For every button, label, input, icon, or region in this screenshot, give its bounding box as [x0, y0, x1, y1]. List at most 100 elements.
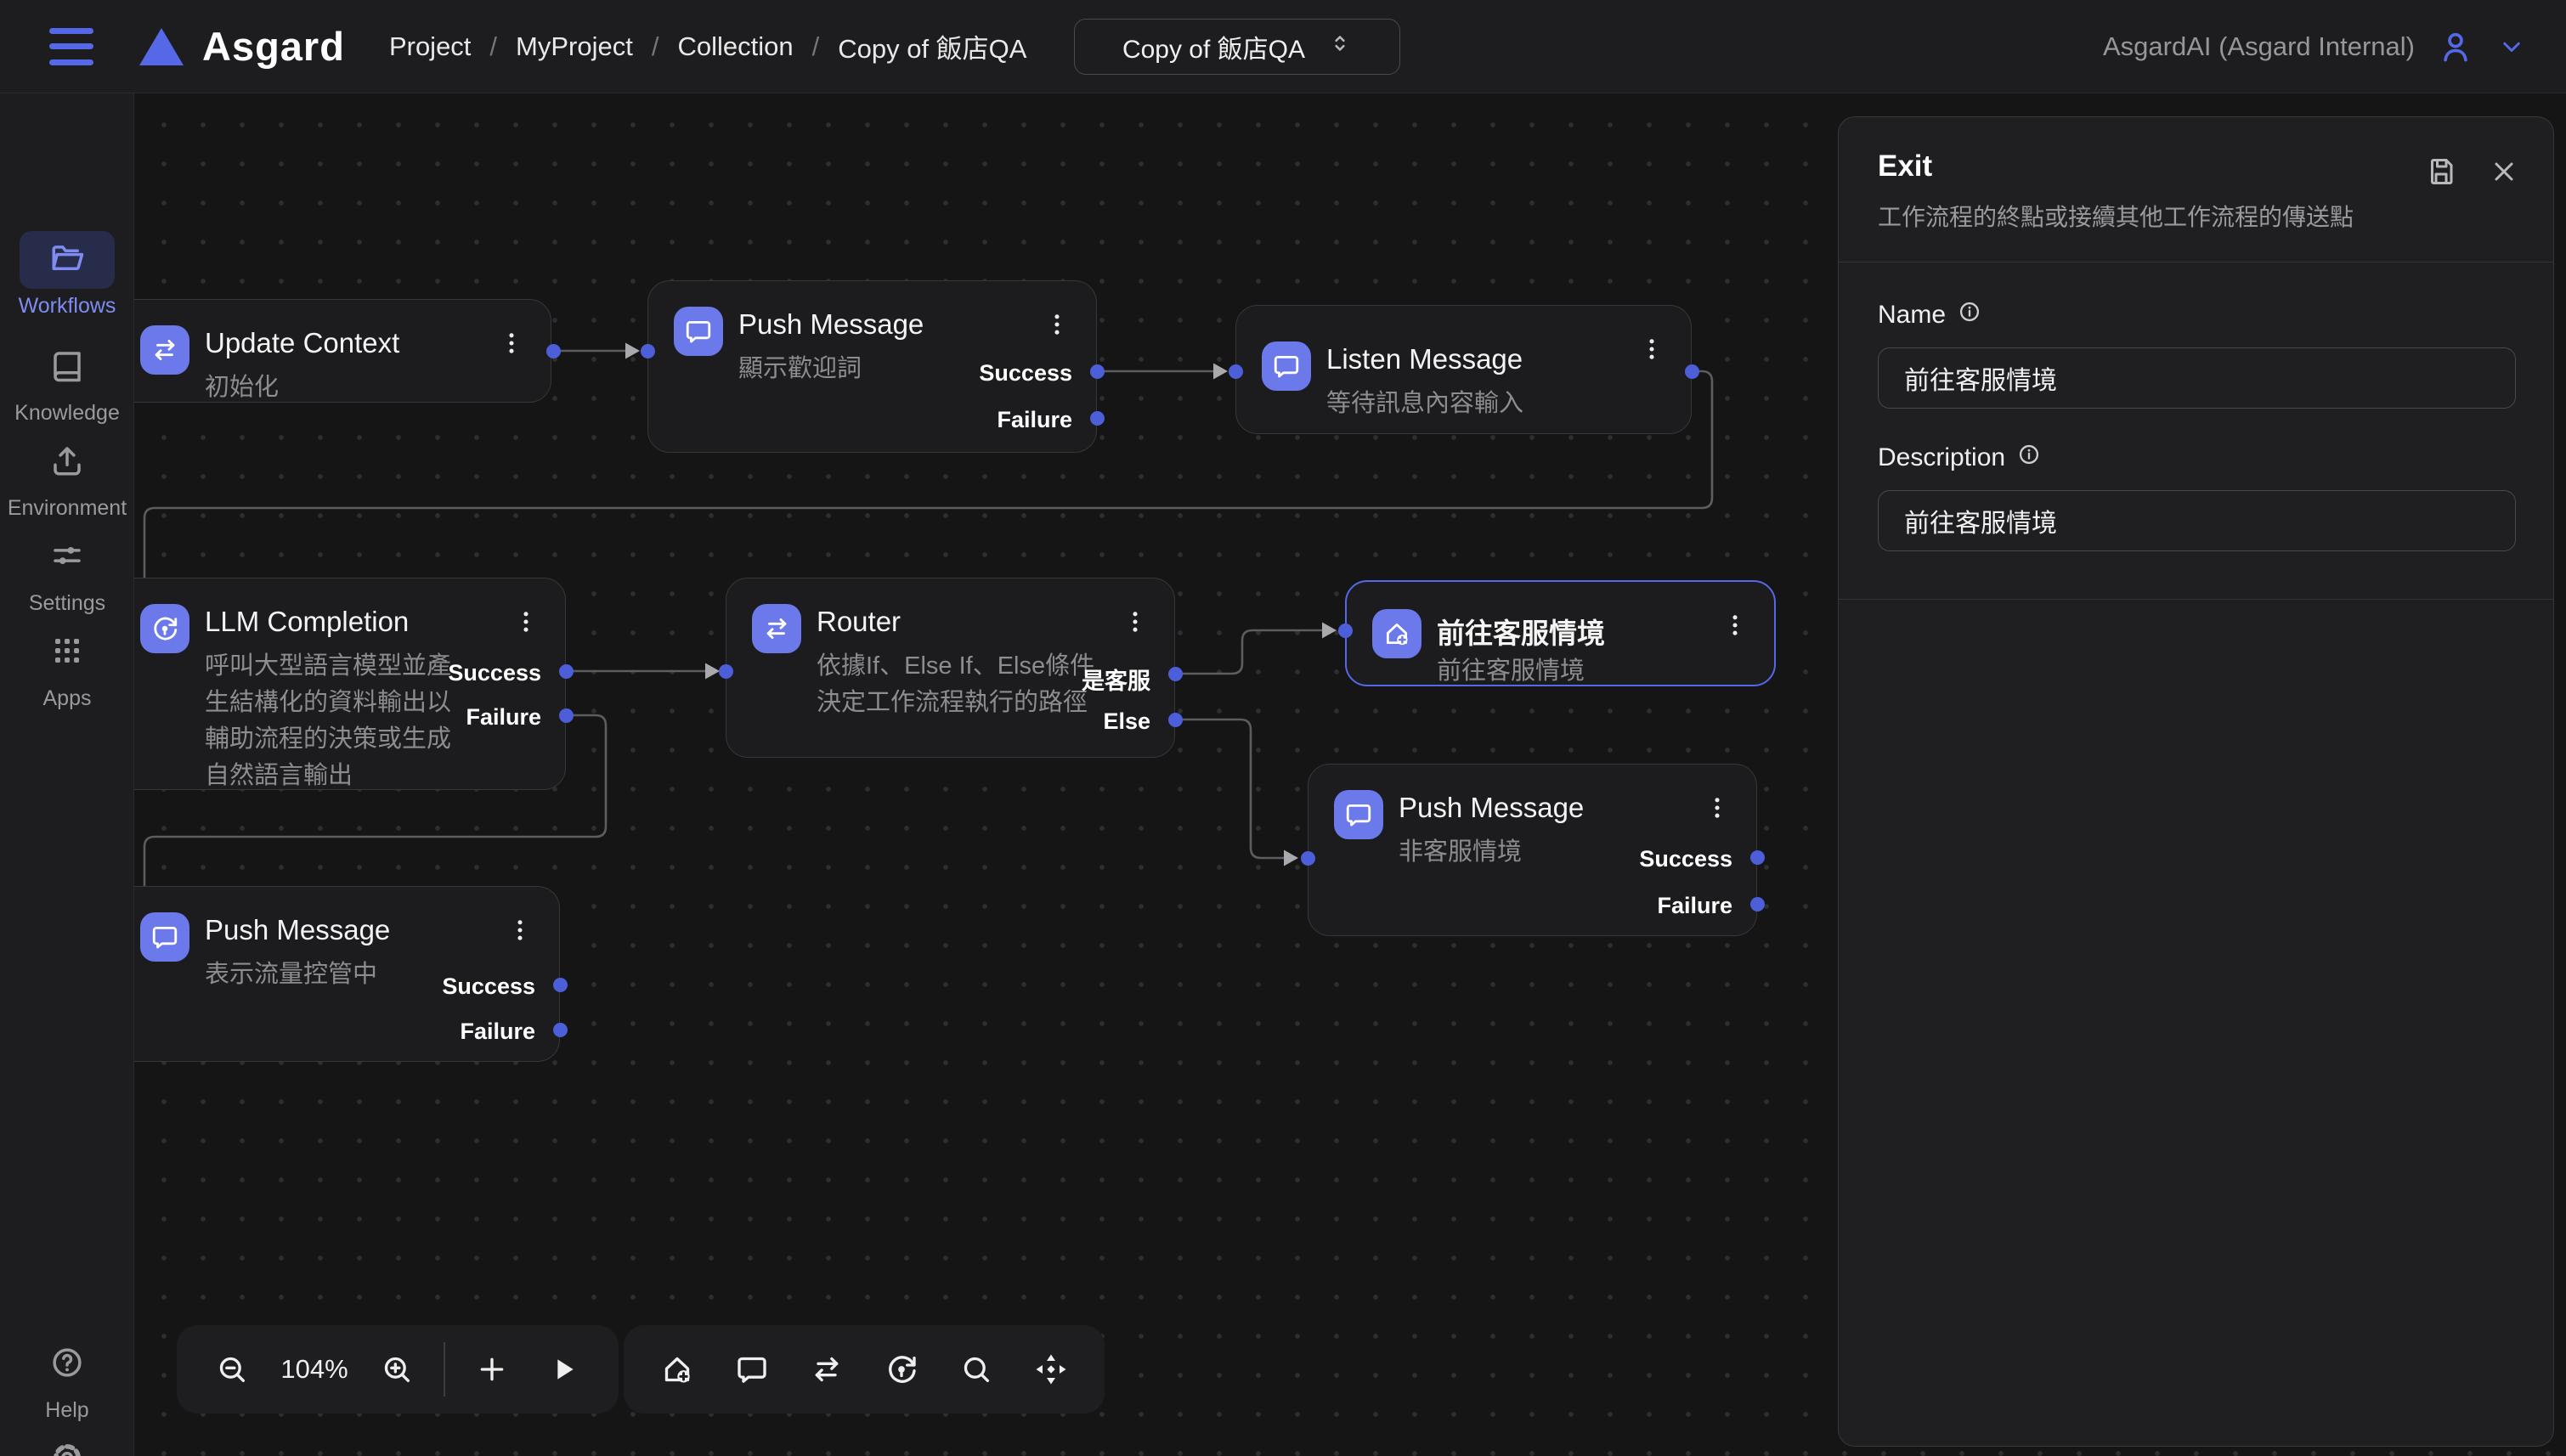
output-port-label: Success	[979, 360, 1072, 387]
connection-port[interactable]	[1090, 411, 1105, 426]
connection-port[interactable]	[559, 708, 574, 723]
node-title: Listen Message	[1326, 343, 1523, 375]
node-subtitle: 初始化	[205, 370, 279, 406]
chat-node-icon	[674, 307, 723, 356]
output-port-label: Failure	[997, 407, 1072, 433]
toolbar-divider	[444, 1342, 445, 1397]
sidebar-item-label: Workflows	[19, 294, 116, 319]
sidebar-item-environment[interactable]: Environment	[0, 433, 134, 521]
sidebar-item-workspace[interactable]: Workspace	[0, 1431, 134, 1456]
output-port-label: Success	[442, 973, 535, 1000]
name-input[interactable]	[1878, 347, 2516, 409]
top-bar: Asgard Project/MyProject/Collection/Copy…	[0, 0, 2566, 93]
node-subtitle: 顯示歡迎詞	[738, 351, 862, 387]
breadcrumb-item-copy-of-qa[interactable]: Copy of 飯店QA	[838, 27, 1026, 65]
connection-port[interactable]	[559, 664, 574, 679]
node-menu-kebab-icon[interactable]	[1716, 604, 1754, 646]
chat-node-icon	[1262, 341, 1311, 391]
breadcrumb-separator: /	[652, 31, 659, 62]
connection-port[interactable]	[1229, 364, 1243, 379]
add-node-plus-icon[interactable]	[459, 1336, 525, 1402]
breadcrumb-separator: /	[489, 31, 497, 62]
connection-port[interactable]	[1750, 897, 1765, 911]
palette-chat-icon[interactable]	[719, 1336, 785, 1402]
palette-swap-icon[interactable]	[794, 1336, 860, 1402]
node-menu-kebab-icon[interactable]	[1633, 328, 1670, 370]
sidebar-item-help[interactable]: Help	[0, 1335, 134, 1423]
connection-port[interactable]	[641, 344, 655, 358]
palette-exit-icon[interactable]	[644, 1336, 710, 1402]
swap-node-icon	[140, 325, 189, 375]
connection-port[interactable]	[546, 344, 561, 358]
output-port-label: Failure	[460, 1019, 535, 1045]
connection-port[interactable]	[1301, 851, 1315, 866]
close-icon[interactable]	[2489, 156, 2519, 187]
run-workflow-play-icon[interactable]	[530, 1336, 596, 1402]
breadcrumb-item-collection[interactable]: Collection	[677, 31, 793, 62]
connection-port[interactable]	[1685, 364, 1699, 379]
connection-port[interactable]	[1168, 667, 1183, 681]
description-field-label: Description	[1878, 443, 2005, 472]
info-icon[interactable]	[2017, 443, 2041, 473]
workflow-select[interactable]: Copy of 飯店QA	[1074, 19, 1400, 75]
connection-port[interactable]	[1338, 624, 1353, 638]
sidebar-item-workflows[interactable]: Workflows	[0, 231, 134, 319]
asgard-logo: Asgard	[139, 23, 345, 70]
node-listen-message[interactable]: Listen Message 等待訊息內容輸入	[1235, 305, 1692, 434]
sidebar-item-knowledge[interactable]: Knowledge	[0, 338, 134, 426]
zoom-in-icon[interactable]	[364, 1336, 430, 1402]
user-icon[interactable]	[2437, 28, 2474, 65]
node-title: Push Message	[205, 914, 390, 946]
node-push-message-welcome[interactable]: Push Message 顯示歡迎詞 Success Failure	[647, 280, 1097, 453]
connection-port[interactable]	[553, 978, 568, 992]
node-subtitle: 呼叫大型語言模型並產生結構化的資料輸出以輔助流程的決策或生成自然語言輸出	[205, 648, 468, 794]
palette-move-icon[interactable]	[1018, 1336, 1084, 1402]
node-llm-completion[interactable]: LLM Completion 呼叫大型語言模型並產生結構化的資料輸出以輔助流程的…	[134, 578, 566, 790]
node-menu-kebab-icon[interactable]	[501, 909, 539, 951]
sidebar-item-settings[interactable]: Settings	[0, 528, 134, 616]
info-icon[interactable]	[1958, 300, 1981, 330]
connection-port[interactable]	[553, 1023, 568, 1037]
zoom-level: 104%	[270, 1354, 359, 1385]
node-title: Push Message	[738, 308, 924, 341]
edge-router-yes-to-exit	[1175, 630, 1329, 674]
node-push-message-throttle[interactable]: Push Message 表示流量控管中 SuccessFailure	[134, 886, 560, 1062]
sidebar-item-apps[interactable]: Apps	[0, 624, 134, 711]
save-icon[interactable]	[2426, 156, 2456, 187]
apps-icon	[49, 633, 85, 673]
palette-llm-icon[interactable]	[868, 1336, 935, 1402]
node-menu-kebab-icon[interactable]	[1038, 303, 1076, 346]
node-exit-customer-service[interactable]: 前往客服情境 前往客服情境	[1345, 580, 1776, 686]
node-router[interactable]: Router 依據If、Else If、Else條件決定工作流程執行的路徑 是客…	[726, 578, 1175, 758]
sidebar-item-label: Knowledge	[14, 401, 120, 426]
connection-port[interactable]	[1090, 364, 1105, 379]
output-port-label: 是客服	[1082, 663, 1150, 696]
breadcrumb-item-myproject[interactable]: MyProject	[516, 31, 633, 62]
node-title: Router	[817, 606, 901, 638]
connection-port[interactable]	[1750, 850, 1765, 865]
menu-icon[interactable]	[49, 28, 93, 65]
node-menu-kebab-icon[interactable]	[507, 601, 545, 643]
node-menu-kebab-icon[interactable]	[493, 322, 530, 364]
output-port-label: Else	[1103, 708, 1150, 735]
edge-router-else-to-push	[1175, 720, 1291, 858]
node-update-context[interactable]: Update Context 初始化	[134, 299, 551, 403]
node-push-message-non-cs[interactable]: Push Message 非客服情境 SuccessFailure	[1308, 764, 1757, 936]
sidebar-item-label: Apps	[43, 686, 92, 711]
edge-arrow-icon	[625, 343, 640, 359]
connection-port[interactable]	[1168, 713, 1183, 727]
node-title: Update Context	[205, 327, 399, 359]
breadcrumb-item-project[interactable]: Project	[389, 31, 471, 62]
node-menu-kebab-icon[interactable]	[1116, 601, 1154, 643]
description-input[interactable]	[1878, 490, 2516, 551]
zoom-out-icon[interactable]	[199, 1336, 265, 1402]
connection-port[interactable]	[719, 664, 733, 679]
node-title: LLM Completion	[205, 606, 409, 638]
node-subtitle: 前往客服情境	[1437, 653, 1585, 690]
zoom-toolbar: 104%	[177, 1325, 619, 1414]
output-port-label: Success	[1639, 846, 1732, 872]
node-menu-kebab-icon[interactable]	[1698, 787, 1736, 829]
node-palette-toolbar	[624, 1325, 1105, 1414]
palette-search-icon[interactable]	[943, 1336, 1009, 1402]
account-chevron-down-icon[interactable]	[2496, 31, 2527, 62]
